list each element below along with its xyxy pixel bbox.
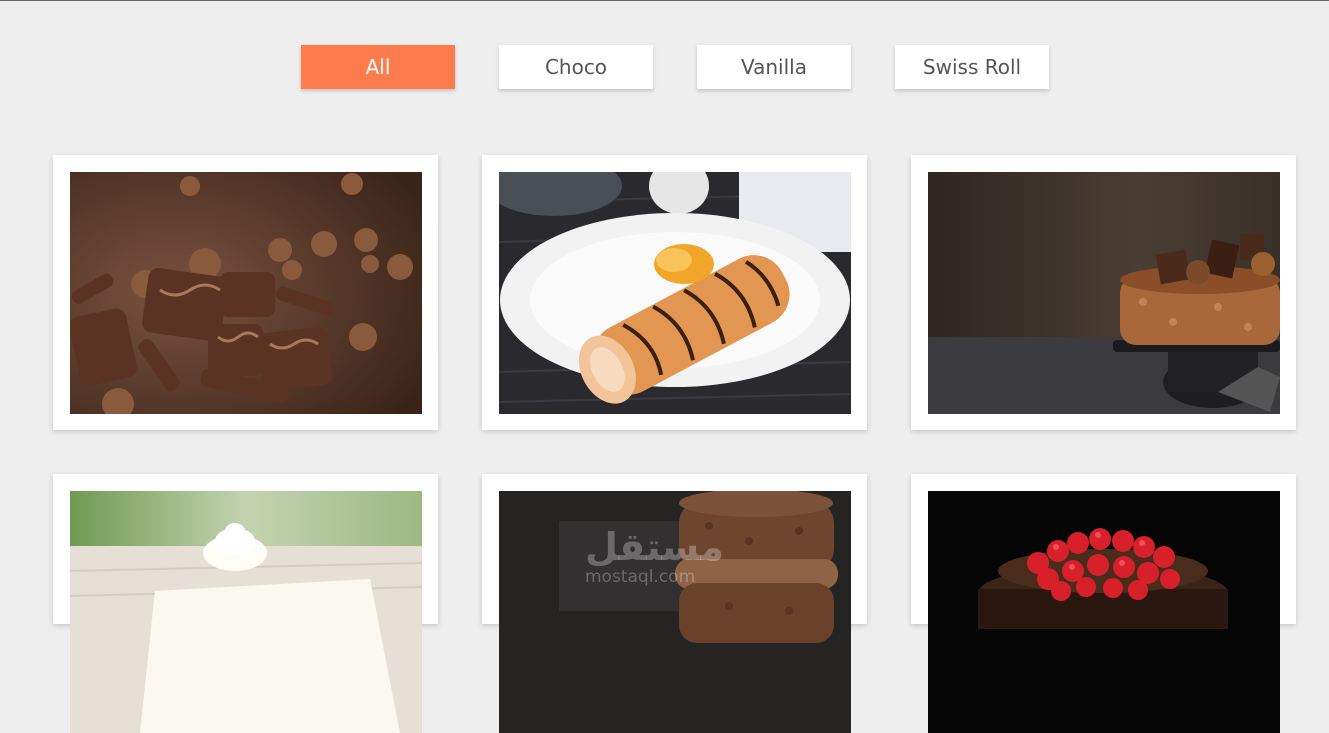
- chocolates-photo: [70, 172, 422, 414]
- swiss-roll-photo: [499, 172, 851, 414]
- gallery-card-chocolate-cake[interactable]: [911, 155, 1296, 430]
- filter-choco-button[interactable]: Choco: [499, 45, 653, 89]
- raspberry-cake-photo: [928, 491, 1280, 733]
- filter-vanilla-button[interactable]: Vanilla: [697, 45, 851, 89]
- gallery-card-swiss-roll[interactable]: [482, 155, 867, 430]
- filter-all-button[interactable]: All: [301, 45, 455, 89]
- filter-bar: All Choco Vanilla Swiss Roll: [0, 45, 1329, 89]
- filter-swiss-roll-button[interactable]: Swiss Roll: [895, 45, 1049, 89]
- vanilla-cake-photo: [70, 491, 422, 733]
- chocolate-cake-photo: [928, 172, 1280, 414]
- top-border: [0, 0, 1329, 1]
- chocolate-layer-cake-photo: [499, 491, 851, 733]
- gallery-card-chocolates[interactable]: [53, 155, 438, 430]
